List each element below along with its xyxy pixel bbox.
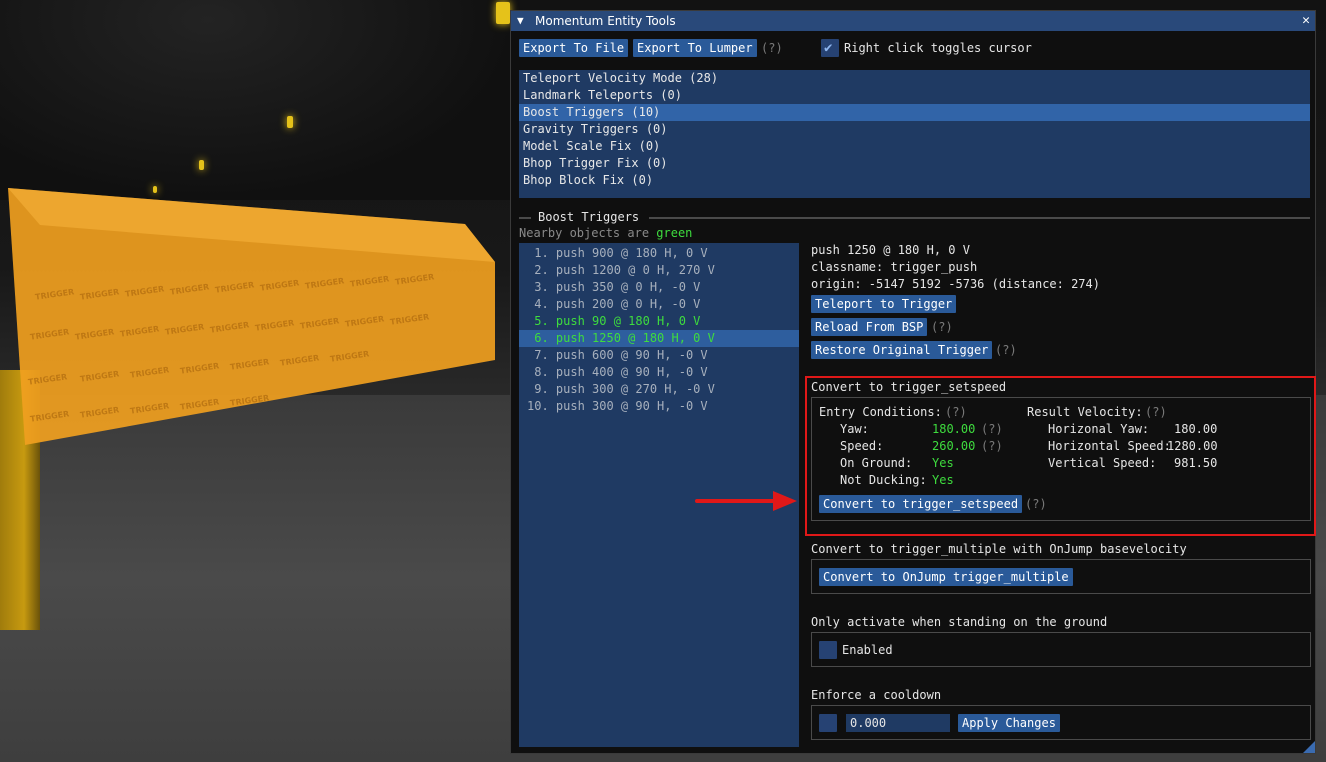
trigger-origin: origin: -5147 5192 -5736 (distance: 274) xyxy=(811,277,1100,291)
onjump-header: Convert to trigger_multiple with OnJump … xyxy=(811,542,1187,556)
reload-help-icon[interactable]: (?) xyxy=(931,320,953,334)
horizontal-yaw-value: 180.00 xyxy=(1174,422,1218,436)
yaw-help-icon[interactable]: (?) xyxy=(981,422,1003,436)
trigger-summary: push 1250 @ 180 H, 0 V xyxy=(811,243,970,257)
result-velocity-title: Result Velocity: xyxy=(1027,405,1143,419)
annotation-arrow-icon xyxy=(695,491,797,511)
trigger-classname: classname: trigger_push xyxy=(811,260,978,274)
on-ground-label: On Ground: xyxy=(840,456,913,470)
trigger-list-item[interactable]: 5. push 90 @ 180 H, 0 V xyxy=(519,313,799,330)
separator-line xyxy=(519,217,531,219)
trigger-list-item[interactable]: 9. push 300 @ 270 H, -0 V xyxy=(519,381,799,398)
mode-item-teleport-velocity[interactable]: Teleport Velocity Mode (28) xyxy=(519,70,1310,87)
separator-line xyxy=(649,217,1310,219)
convert-setspeed-button[interactable]: Convert to trigger_setspeed xyxy=(819,495,1023,513)
collapse-triangle-icon[interactable]: ▼ xyxy=(517,14,524,27)
yaw-label: Yaw: xyxy=(840,422,869,436)
restore-help-icon[interactable]: (?) xyxy=(995,343,1017,357)
section-title: Boost Triggers xyxy=(538,210,640,224)
mode-item-model-scale-fix[interactable]: Model Scale Fix (0) xyxy=(519,138,1310,155)
enabled-label: Enabled xyxy=(842,643,893,657)
trigger-list-item[interactable]: 4. push 200 @ 0 H, -0 V xyxy=(519,296,799,313)
vertical-speed-value: 981.50 xyxy=(1174,456,1218,470)
trigger-list-item[interactable]: 8. push 400 @ 90 H, -0 V xyxy=(519,364,799,381)
section-separator: Boost Triggers xyxy=(519,210,1310,224)
cooldown-input[interactable]: 0.000 xyxy=(846,714,950,732)
result-help-icon[interactable]: (?) xyxy=(1145,405,1167,419)
trigger-list-item[interactable]: 3. push 350 @ 0 H, -0 V xyxy=(519,279,799,296)
enabled-checkbox[interactable] xyxy=(819,641,837,659)
convert-help-icon[interactable]: (?) xyxy=(1025,497,1047,511)
trigger-list-item[interactable]: 1. push 900 @ 180 H, 0 V xyxy=(519,245,799,262)
horizontal-speed-label: Horizontal Speed: xyxy=(1048,439,1171,453)
mode-item-bhop-trigger-fix[interactable]: Bhop Trigger Fix (0) xyxy=(519,155,1310,172)
convert-onjump-button[interactable]: Convert to OnJump trigger_multiple xyxy=(819,568,1073,586)
speed-label: Speed: xyxy=(840,439,884,453)
export-to-lumper-button[interactable]: Export To Lumper xyxy=(633,39,757,57)
teleport-to-trigger-button[interactable]: Teleport to Trigger xyxy=(811,295,957,313)
horizontal-speed-value: 1280.00 xyxy=(1167,439,1218,453)
not-ducking-value: Yes xyxy=(932,473,954,487)
right-click-label: Right click toggles cursor xyxy=(844,41,1032,55)
trigger-volume xyxy=(8,188,495,445)
trigger-list-item[interactable]: 10. push 300 @ 90 H, -0 V xyxy=(519,398,799,415)
export-help-icon[interactable]: (?) xyxy=(761,41,783,55)
right-click-checkbox[interactable]: ✔ xyxy=(821,39,839,57)
horizontal-yaw-label: Horizonal Yaw: xyxy=(1048,422,1150,436)
trigger-list-item[interactable]: 2. push 1200 @ 0 H, 270 V xyxy=(519,262,799,279)
nearby-hint: Nearby objects are green xyxy=(519,226,693,240)
cooldown-checkbox[interactable] xyxy=(819,714,837,732)
export-to-file-button[interactable]: Export To File xyxy=(519,39,629,57)
trigger-list-item[interactable]: 7. push 600 @ 90 H, -0 V xyxy=(519,347,799,364)
apply-changes-button[interactable]: Apply Changes xyxy=(958,714,1060,732)
speed-help-icon[interactable]: (?) xyxy=(981,439,1003,453)
reload-from-bsp-button[interactable]: Reload From BSP xyxy=(811,318,928,336)
window-titlebar[interactable]: ▼ Momentum Entity Tools ✕ xyxy=(511,11,1315,31)
not-ducking-label: Not Ducking: xyxy=(840,473,927,487)
entry-conditions-title: Entry Conditions: xyxy=(819,405,942,419)
close-icon[interactable]: ✕ xyxy=(1302,13,1310,28)
on-ground-value: Yes xyxy=(932,456,954,470)
mode-item-bhop-block-fix[interactable]: Bhop Block Fix (0) xyxy=(519,172,1310,189)
trigger-list-item[interactable]: 6. push 1250 @ 180 H, 0 V xyxy=(519,330,799,347)
setspeed-header: Convert to trigger_setspeed xyxy=(811,380,1007,394)
entry-help-icon[interactable]: (?) xyxy=(945,405,967,419)
mode-item-gravity-triggers[interactable]: Gravity Triggers (0) xyxy=(519,121,1310,138)
yaw-value: 180.00 xyxy=(932,422,976,436)
mode-item-boost-triggers[interactable]: Boost Triggers (10) xyxy=(519,104,1310,121)
window-title: Momentum Entity Tools xyxy=(535,14,676,28)
mode-item-landmark-teleports[interactable]: Landmark Teleports (0) xyxy=(519,87,1310,104)
mode-list[interactable]: Teleport Velocity Mode (28) Landmark Tel… xyxy=(519,70,1310,198)
speed-value: 260.00 xyxy=(932,439,976,453)
checkmark-icon: ✔ xyxy=(824,40,833,56)
resize-grip-icon[interactable] xyxy=(1303,741,1315,753)
entity-tools-window: ▼ Momentum Entity Tools ✕ Export To File… xyxy=(510,10,1316,754)
restore-original-trigger-button[interactable]: Restore Original Trigger xyxy=(811,341,993,359)
vertical-speed-label: Vertical Speed: xyxy=(1048,456,1157,470)
cooldown-header: Enforce a cooldown xyxy=(811,688,942,702)
ground-only-header: Only activate when standing on the groun… xyxy=(811,615,1108,629)
